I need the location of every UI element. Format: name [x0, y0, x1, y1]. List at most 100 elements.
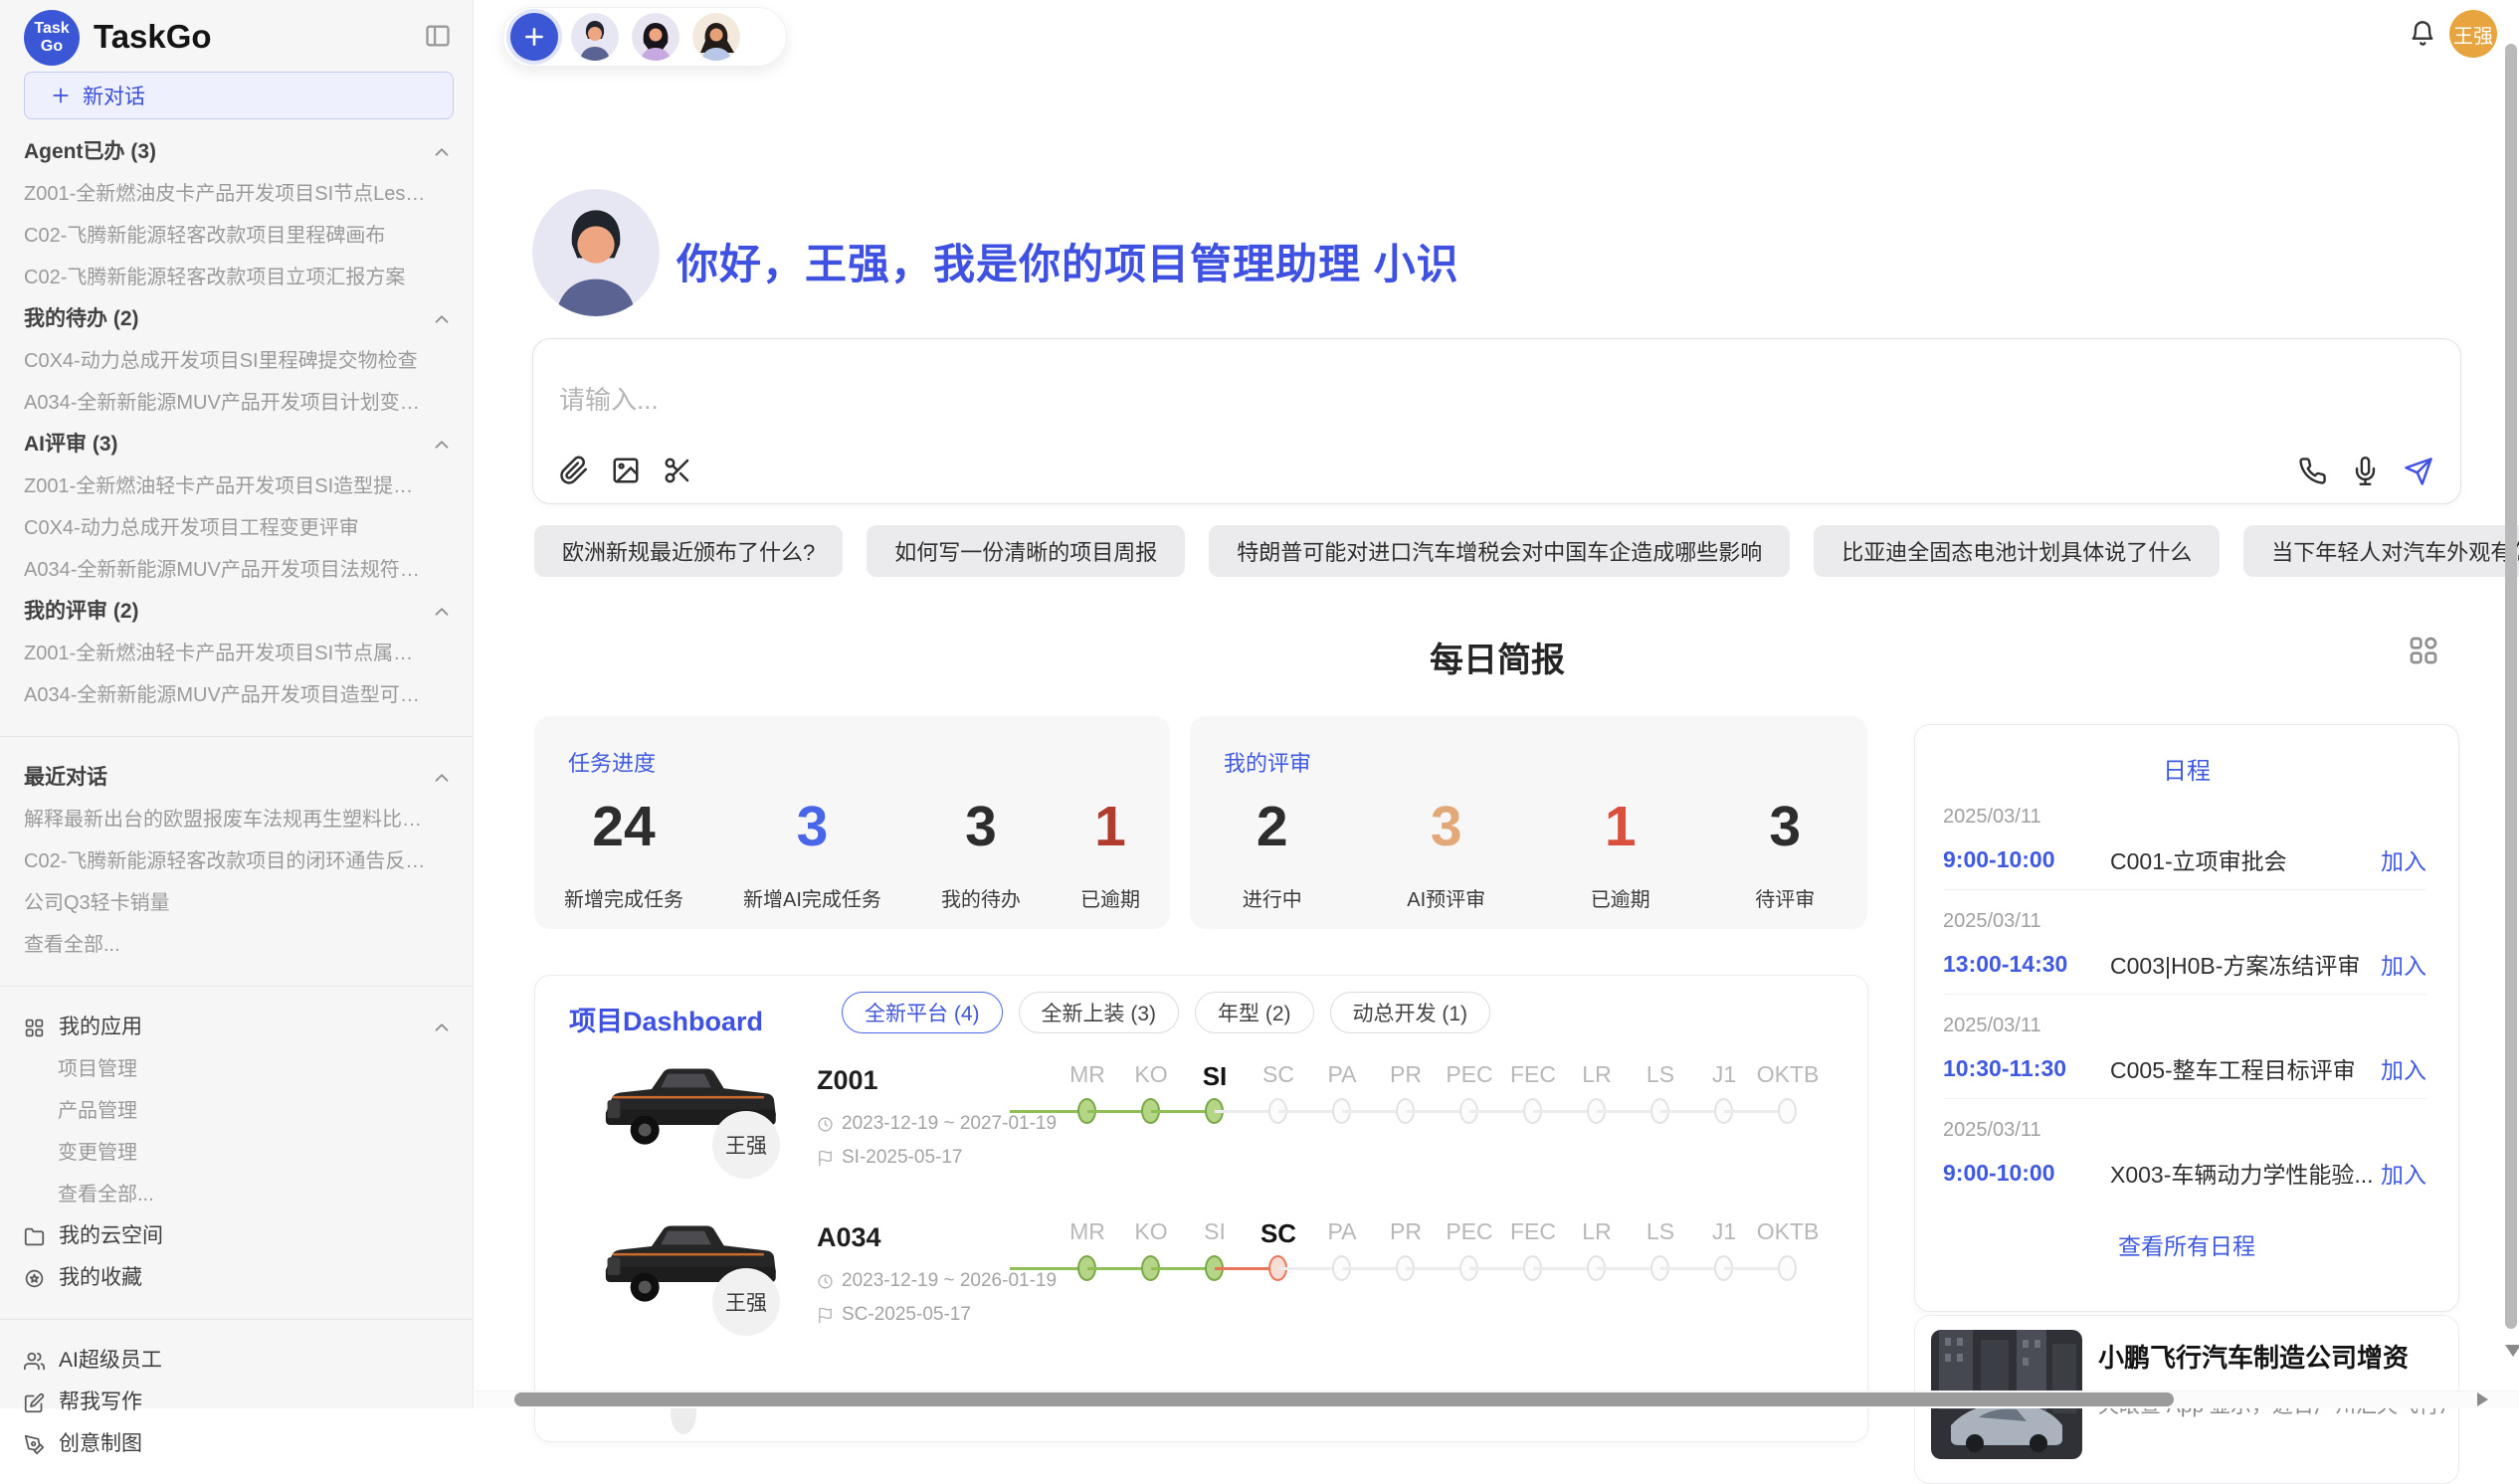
session-avatar-1[interactable]: [571, 13, 619, 61]
join-link[interactable]: 加入: [2381, 842, 2426, 876]
sidebar: Task Go TaskGo 新对话 Agent已办 (3) Z001-全新燃油…: [0, 0, 474, 1408]
app-item-product-mgmt[interactable]: 产品管理: [0, 1090, 473, 1132]
project-row-z001[interactable]: 王强 Z001 2023-12-19 ~ 2027-01-19 SI-2025-…: [535, 1055, 1867, 1212]
new-chat-button[interactable]: 新对话: [24, 72, 454, 119]
recent-chat-item[interactable]: C02-飞腾新能源轻客改款项目的闭环通告反馈情况: [0, 840, 473, 882]
notification-bell-icon[interactable]: [2409, 20, 2436, 48]
scissors-icon[interactable]: [663, 456, 692, 485]
sidebar-item-ai-employee[interactable]: AI超级员工: [0, 1340, 473, 1382]
milestone-si: SI: [1183, 1218, 1247, 1290]
suggestion-chip[interactable]: 当下年轻人对汽车外观有怎样的喜好趋势: [2243, 525, 2519, 577]
milestone-lr: LR: [1565, 1218, 1629, 1290]
sidebar-item[interactable]: Z001-全新燃油轻卡产品开发项目SI造型提交物评审: [0, 465, 473, 507]
tab-new-platform[interactable]: 全新平台 (4): [842, 992, 1003, 1033]
section-my-apps[interactable]: 我的应用: [0, 1007, 473, 1048]
section-my-todo[interactable]: 我的待办 (2): [0, 298, 473, 340]
my-review-card: 我的评审 2进行中 3AI预评审 1已逾期 3待评审: [1190, 716, 1867, 929]
sidebar-item[interactable]: Z001-全新燃油轻卡产品开发项目SI节点属性5D文件评审: [0, 633, 473, 674]
dashboard-tabs: 全新平台 (4) 全新上装 (3) 年型 (2) 动总开发 (1): [842, 992, 1490, 1033]
sidebar-item[interactable]: C0X4-动力总成开发项目工程变更评审: [0, 507, 473, 549]
section-my-review[interactable]: 我的评审 (2): [0, 591, 473, 633]
milestone-pr: PR: [1374, 1061, 1438, 1133]
divider: [0, 1319, 473, 1320]
sidebar-item[interactable]: Z001-全新燃油皮卡产品开发项目SI节点Lesson Learn报告: [0, 173, 473, 215]
sidebar-list: Agent已办 (3) Z001-全新燃油皮卡产品开发项目SI节点Lesson …: [0, 131, 473, 1465]
section-recent-chats[interactable]: 最近对话: [0, 757, 473, 799]
chat-input-card: [532, 338, 2461, 504]
join-link[interactable]: 加入: [2381, 947, 2426, 981]
scroll-right-arrow[interactable]: [2477, 1392, 2488, 1406]
sidebar-item[interactable]: C0X4-动力总成开发项目SI里程碑提交物检查: [0, 340, 473, 382]
image-icon[interactable]: [611, 456, 641, 485]
microphone-icon[interactable]: [2351, 457, 2380, 485]
sidebar-item-favorites[interactable]: 我的收藏: [0, 1257, 473, 1299]
session-avatar-2[interactable]: [632, 13, 679, 61]
milestone-pa: PA: [1310, 1218, 1374, 1290]
section-agent-done[interactable]: Agent已办 (3): [0, 131, 473, 173]
suggestion-chip[interactable]: 欧洲新规最近颁布了什么?: [534, 525, 843, 577]
send-icon[interactable]: [2404, 457, 2432, 485]
sidebar-item-help-write[interactable]: 帮我写作: [0, 1382, 473, 1423]
recent-view-all[interactable]: 查看全部...: [0, 924, 473, 966]
sidebar-item-cloud-space[interactable]: 我的云空间: [0, 1215, 473, 1257]
app-item-change-mgmt[interactable]: 变更管理: [0, 1132, 473, 1174]
milestone-j1: J1: [1692, 1218, 1756, 1290]
milestone-oktb: OKTB: [1756, 1061, 1820, 1133]
tab-model-year[interactable]: 年型 (2): [1195, 992, 1314, 1033]
sidebar-item[interactable]: A034-全新新能源MUV产品开发项目法规符合性评审: [0, 549, 473, 591]
composer-right-tools: [2298, 457, 2432, 485]
daily-briefing-title: 每日简报: [534, 633, 2460, 681]
schedule-time: 9:00-10:00: [1943, 1160, 2110, 1187]
milestone-track: MRKOSISCPAPRPECFECLRLSJ1OKTB: [1056, 1061, 1820, 1133]
milestone-dot: [1778, 1255, 1797, 1281]
dashboard-title: 项目Dashboard: [569, 1000, 763, 1038]
app-item-project-mgmt[interactable]: 项目管理: [0, 1048, 473, 1090]
add-session-button[interactable]: [510, 13, 558, 61]
sidebar-collapse-icon[interactable]: [424, 22, 452, 50]
recent-chat-item[interactable]: 公司Q3轻卡销量: [0, 882, 473, 924]
apps-view-all[interactable]: 查看全部...: [0, 1174, 473, 1215]
pen-icon: [24, 1434, 45, 1455]
schedule-name: C005-整车工程目标评审: [2110, 1051, 2381, 1085]
layout-grid-icon[interactable]: [2408, 635, 2439, 666]
sidebar-item[interactable]: A034-全新新能源MUV产品开发项目造型可行性评审: [0, 674, 473, 716]
schedule-name: X003-车辆动力学性能验...: [2110, 1156, 2381, 1190]
section-ai-review[interactable]: AI评审 (3): [0, 424, 473, 465]
schedule-date: 2025/03/11: [1943, 1099, 2426, 1142]
sidebar-item[interactable]: C02-飞腾新能源轻客改款项目立项汇报方案: [0, 257, 473, 298]
vertical-scrollbar-thumb[interactable]: [2505, 44, 2517, 1329]
tab-powertrain[interactable]: 动总开发 (1): [1330, 992, 1491, 1033]
user-avatar[interactable]: 王强: [2449, 10, 2497, 58]
sidebar-item-creative-draw[interactable]: 创意制图: [0, 1423, 473, 1465]
recent-chat-item[interactable]: 解释最新出台的欧盟报废车法规再生塑料比例被调至15%...: [0, 799, 473, 840]
scroll-down-arrow[interactable]: [2505, 1345, 2519, 1357]
project-flag-date: SC-2025-05-17: [817, 1304, 971, 1326]
session-avatar-3[interactable]: [692, 13, 740, 61]
sidebar-item[interactable]: C02-飞腾新能源轻客改款项目里程碑画布: [0, 215, 473, 257]
schedule-item: 2025/03/11 9:00-10:00 X003-车辆动力学性能验... 加…: [1943, 1099, 2426, 1204]
tab-new-body[interactable]: 全新上装 (3): [1019, 992, 1180, 1033]
chevron-up-icon: [431, 1017, 453, 1038]
stat-new-done: 24新增完成任务: [564, 794, 683, 912]
project-code: Z001: [817, 1065, 878, 1096]
milestone-pr: PR: [1374, 1218, 1438, 1290]
suggestion-chip[interactable]: 特朗普可能对进口汽车增税会对中国车企造成哪些影响: [1209, 525, 1790, 577]
join-link[interactable]: 加入: [2381, 1156, 2426, 1190]
attachment-icon[interactable]: [559, 456, 589, 485]
horizontal-scrollbar-thumb[interactable]: [514, 1392, 2174, 1406]
stat-pending-review: 3待评审: [1755, 794, 1815, 912]
apps-grid-icon: [24, 1018, 45, 1038]
suggestion-chip[interactable]: 比亚迪全固态电池计划具体说了什么: [1814, 525, 2220, 577]
schedule-title: 日程: [1915, 751, 2458, 786]
chevron-up-icon: [431, 767, 453, 789]
milestone-pa: PA: [1310, 1061, 1374, 1133]
chat-input[interactable]: [559, 385, 2051, 416]
sidebar-item[interactable]: A034-全新新能源MUV产品开发项目计划变更表编写: [0, 382, 473, 424]
view-all-schedule-link[interactable]: 查看所有日程: [1915, 1227, 2458, 1261]
milestone-sc: SC: [1247, 1061, 1310, 1133]
project-row-a034[interactable]: 王强 A034 2023-12-19 ~ 2026-01-19 SC-2025-…: [535, 1212, 1867, 1370]
schedule-time: 9:00-10:00: [1943, 846, 2110, 873]
suggestion-chip[interactable]: 如何写一份清晰的项目周报: [867, 525, 1185, 577]
phone-icon[interactable]: [2298, 457, 2327, 485]
join-link[interactable]: 加入: [2381, 1051, 2426, 1085]
